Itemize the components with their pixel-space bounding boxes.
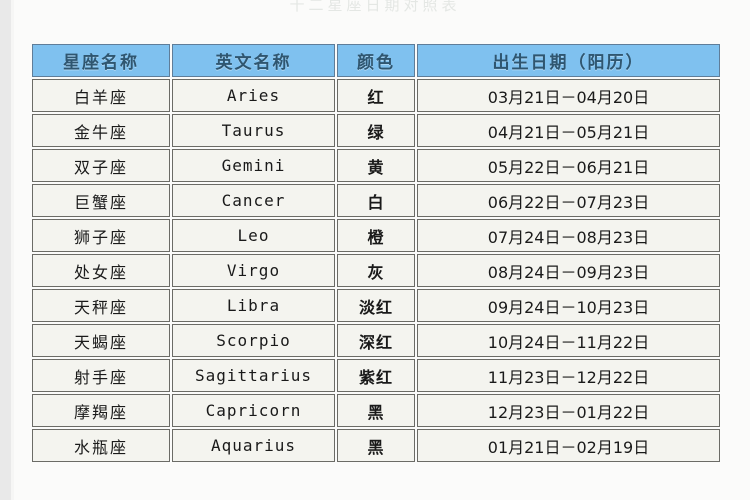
table-row: 巨蟹座 Cancer 白 06月22日－07月23日: [32, 184, 720, 217]
table-body: 白羊座 Aries 红 03月21日－04月20日 金牛座 Taurus 绿 04月21日－0…: [32, 79, 720, 462]
zodiac-name-cell: 金牛座: [32, 114, 170, 147]
english-name-cell: Scorpio: [172, 324, 335, 357]
zodiac-name-cell: 射手座: [32, 359, 170, 392]
birth-date-cell: 06月22日－07月23日: [417, 184, 720, 217]
english-name-cell: Virgo: [172, 254, 335, 287]
english-name-cell: Libra: [172, 289, 335, 322]
zodiac-name-cell: 白羊座: [32, 79, 170, 112]
zodiac-table-container: 星座名称 英文名称 颜色 出生日期（阳历） 白羊座 Aries 红 03月21日－04…: [30, 42, 720, 464]
column-header-zodiac-name: 星座名称: [32, 44, 170, 77]
column-header-birth-date: 出生日期（阳历）: [417, 44, 720, 77]
table-row: 金牛座 Taurus 绿 04月21日－05月21日: [32, 114, 720, 147]
color-cell: 黑: [337, 394, 415, 427]
color-cell: 紫红: [337, 359, 415, 392]
color-cell: 绿: [337, 114, 415, 147]
table-row: 摩羯座 Capricorn 黑 12月23日－01月22日: [32, 394, 720, 427]
color-cell: 黑: [337, 429, 415, 462]
color-cell: 红: [337, 79, 415, 112]
color-cell: 橙: [337, 219, 415, 252]
english-name-cell: Taurus: [172, 114, 335, 147]
english-name-cell: Capricorn: [172, 394, 335, 427]
zodiac-name-cell: 天蝎座: [32, 324, 170, 357]
table-row: 天秤座 Libra 淡红 09月24日－10月23日: [32, 289, 720, 322]
english-name-cell: Cancer: [172, 184, 335, 217]
birth-date-cell: 01月21日－02月19日: [417, 429, 720, 462]
table-row: 水瓶座 Aquarius 黑 01月21日－02月19日: [32, 429, 720, 462]
color-cell: 黄: [337, 149, 415, 182]
zodiac-name-cell: 水瓶座: [32, 429, 170, 462]
table-header: 星座名称 英文名称 颜色 出生日期（阳历）: [32, 44, 720, 77]
color-cell: 灰: [337, 254, 415, 287]
zodiac-name-cell: 天秤座: [32, 289, 170, 322]
color-cell: 深红: [337, 324, 415, 357]
table-row: 狮子座 Leo 橙 07月24日－08月23日: [32, 219, 720, 252]
zodiac-name-cell: 摩羯座: [32, 394, 170, 427]
zodiac-table: 星座名称 英文名称 颜色 出生日期（阳历） 白羊座 Aries 红 03月21日－04…: [30, 42, 722, 464]
column-header-english-name: 英文名称: [172, 44, 335, 77]
birth-date-cell: 07月24日－08月23日: [417, 219, 720, 252]
english-name-cell: Aquarius: [172, 429, 335, 462]
birth-date-cell: 12月23日－01月22日: [417, 394, 720, 427]
birth-date-cell: 04月21日－05月21日: [417, 114, 720, 147]
zodiac-name-cell: 巨蟹座: [32, 184, 170, 217]
table-row: 双子座 Gemini 黄 05月22日－06月21日: [32, 149, 720, 182]
table-row: 白羊座 Aries 红 03月21日－04月20日: [32, 79, 720, 112]
zodiac-name-cell: 狮子座: [32, 219, 170, 252]
birth-date-cell: 03月21日－04月20日: [417, 79, 720, 112]
clipped-page-title: 十二星座日期对照表: [289, 0, 461, 14]
english-name-cell: Sagittarius: [172, 359, 335, 392]
birth-date-cell: 09月24日－10月23日: [417, 289, 720, 322]
birth-date-cell: 10月24日－11月22日: [417, 324, 720, 357]
birth-date-cell: 05月22日－06月21日: [417, 149, 720, 182]
english-name-cell: Gemini: [172, 149, 335, 182]
table-row: 处女座 Virgo 灰 08月24日－09月23日: [32, 254, 720, 287]
color-cell: 白: [337, 184, 415, 217]
column-header-color: 颜色: [337, 44, 415, 77]
english-name-cell: Leo: [172, 219, 335, 252]
color-cell: 淡红: [337, 289, 415, 322]
zodiac-name-cell: 双子座: [32, 149, 170, 182]
birth-date-cell: 11月23日－12月22日: [417, 359, 720, 392]
zodiac-name-cell: 处女座: [32, 254, 170, 287]
table-row: 射手座 Sagittarius 紫红 11月23日－12月22日: [32, 359, 720, 392]
birth-date-cell: 08月24日－09月23日: [417, 254, 720, 287]
table-row: 天蝎座 Scorpio 深红 10月24日－11月22日: [32, 324, 720, 357]
english-name-cell: Aries: [172, 79, 335, 112]
table-header-row: 星座名称 英文名称 颜色 出生日期（阳历）: [32, 44, 720, 77]
